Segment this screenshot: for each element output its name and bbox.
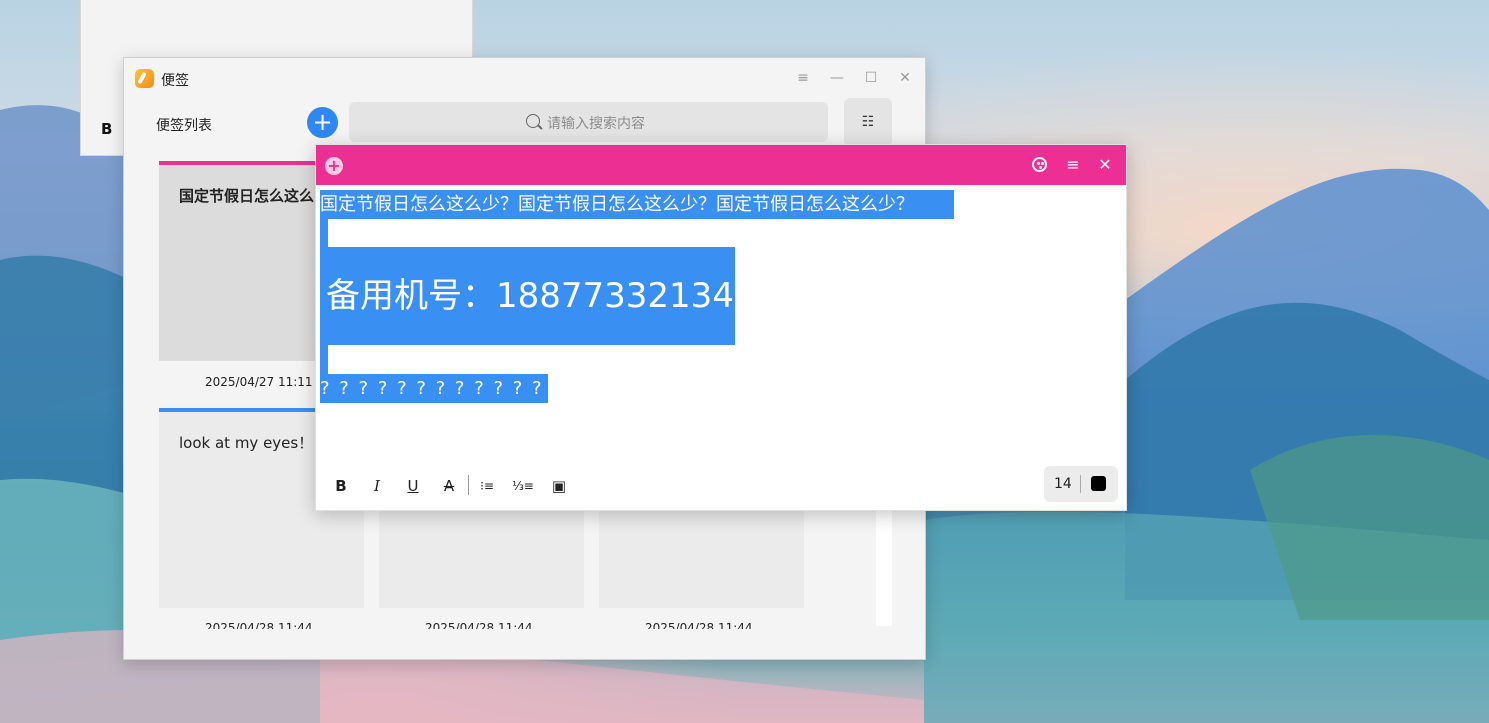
text-color-swatch[interactable] [1091,476,1106,491]
toolbar-divider [468,475,469,495]
palette-icon[interactable] [1032,157,1047,172]
search-input[interactable]: 请输入搜索内容 [349,102,828,142]
list-view-button[interactable]: ☷ [844,98,892,146]
note-card[interactable] [599,508,804,608]
add-note-button[interactable]: + [307,107,338,138]
note-menu-icon[interactable]: ≡ [1063,155,1083,175]
underline-button[interactable]: U [402,475,424,497]
close-icon[interactable]: ✕ [895,68,915,88]
scrollbar-track[interactable] [876,508,892,626]
phone-text: 备用机号：18877332134 [326,276,734,316]
note-line-2[interactable]: 备用机号：18877332134 [320,247,735,345]
sticky-note-editor: + ≡ ✕ 国定节假日怎么这么少？国定节假日怎么这么少？国定节假日怎么这么少？ … [315,144,1127,511]
app-icon [135,69,154,88]
numbered-list-button[interactable]: ⅓≡ [512,475,534,497]
bold-button[interactable]: B [330,475,352,497]
note-line-3[interactable]: ? ? ? ? ? ? ? ? ? ? ? ? [320,374,548,403]
selection-gap [320,345,328,374]
italic-button[interactable]: I [366,475,388,497]
insert-image-button[interactable]: ▣ [548,475,570,497]
title-bar: 便签 ≡ — ☐ ✕ [124,58,925,98]
font-size-value[interactable]: 14 [1054,476,1072,492]
note-card[interactable] [379,508,584,608]
card-text: 国定节假日怎么这么 [179,187,315,205]
selection-gap [320,218,328,247]
search-icon [526,114,540,128]
new-note-icon[interactable]: + [325,157,343,175]
search-placeholder: 请输入搜索内容 [547,116,645,132]
card-date: 2025/04/28 11:44 [425,621,533,629]
font-settings-divider [1080,475,1081,493]
list-title: 便签列表 [156,118,212,134]
note-close-icon[interactable]: ✕ [1095,155,1115,175]
bullet-list-button[interactable]: ⁝≡ [476,475,498,497]
background-window-letter: B [101,120,113,138]
card-date: 2025/04/27 11:11 [205,375,313,389]
window-menu-icon[interactable]: ≡ [793,68,813,88]
maximize-icon[interactable]: ☐ [861,68,881,88]
note-line-1[interactable]: 国定节假日怎么这么少？国定节假日怎么这么少？国定节假日怎么这么少？ [320,190,954,219]
card-text: look at my eyes！！ [179,434,329,452]
app-title: 便签 [161,73,189,89]
card-date: 2025/04/28 11:44 [205,621,313,629]
strikethrough-button[interactable]: A [438,475,460,497]
card-date: 2025/04/28 11:44 [645,621,753,629]
font-settings[interactable]: 14 [1044,466,1118,502]
minimize-icon[interactable]: — [827,68,847,88]
note-header: + ≡ ✕ [316,145,1126,185]
